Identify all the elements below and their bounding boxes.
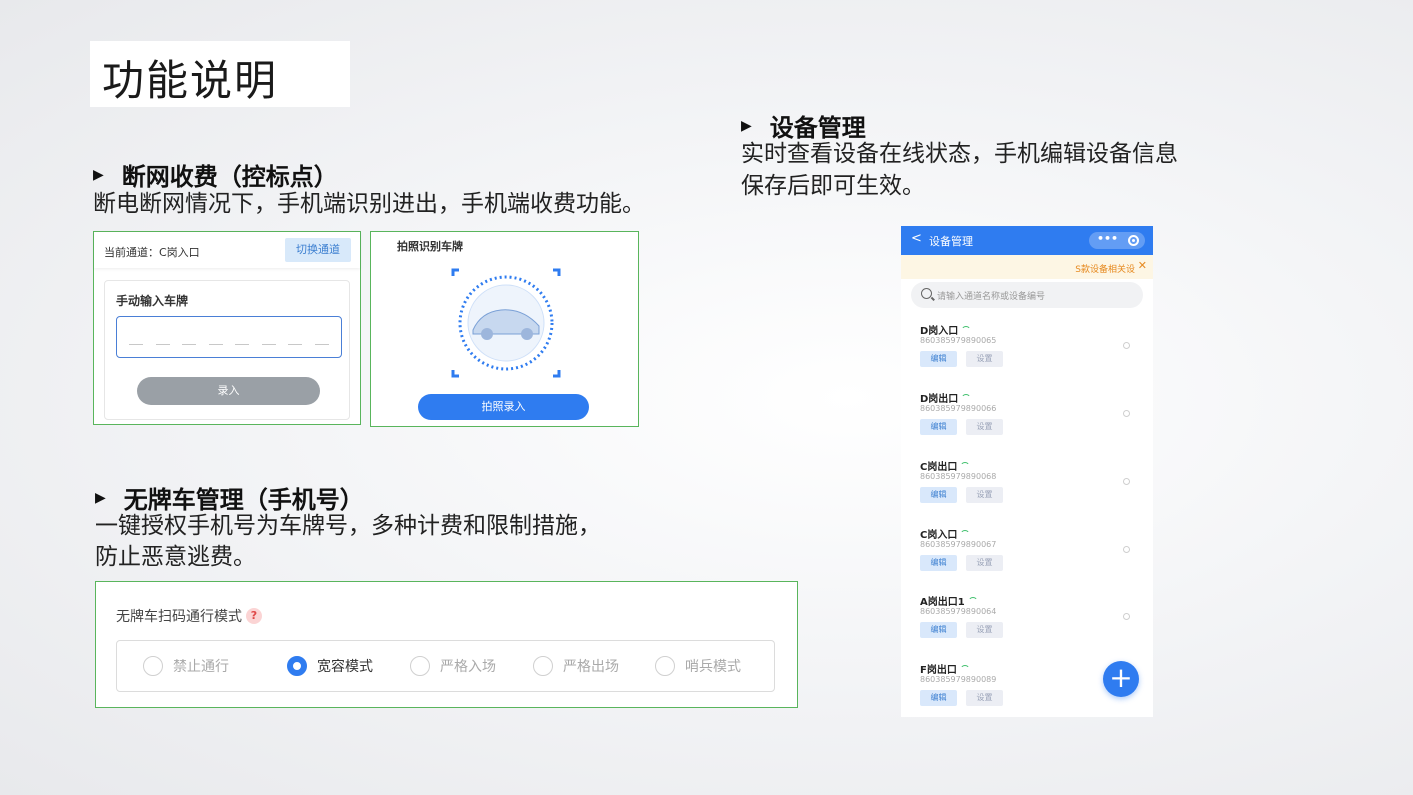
- device-mgmt-desc-1: 实时查看设备在线状态，手机编辑设备信息: [741, 141, 1178, 167]
- back-icon[interactable]: <: [911, 231, 922, 246]
- wifi-icon: [967, 596, 978, 603]
- photo-panel-title: 拍照识别车牌: [397, 240, 463, 253]
- bullet-triangle-icon: ▶: [95, 489, 106, 506]
- switch-channel-button[interactable]: 切换通道: [285, 238, 351, 262]
- channel-bar: 当前通道：C岗入口 切换通道: [94, 232, 360, 268]
- radio-label: 哨兵模式: [685, 659, 741, 675]
- edit-button[interactable]: 编辑: [920, 555, 957, 571]
- radio-label: 禁止通行: [173, 659, 229, 675]
- close-target-icon[interactable]: [1128, 235, 1139, 246]
- radio-option[interactable]: 严格入场: [410, 656, 496, 676]
- device-search-input[interactable]: 请输入通道名称或设备编号: [911, 282, 1143, 308]
- device-name: A岗出口1: [920, 593, 978, 608]
- scan-mode-panel: 无牌车扫码通行模式 ? 禁止通行 宽容模式 严格入场 严格出场 哨兵模式: [95, 581, 798, 708]
- phone-nav-bar: < 设备管理 •••: [901, 226, 1153, 255]
- page-title-box: 功能说明: [90, 41, 350, 107]
- current-channel: 当前通道：C岗入口: [104, 246, 200, 259]
- phone-title: 设备管理: [929, 235, 973, 248]
- device-name: C岗出口: [920, 458, 971, 473]
- mini-program-capsule: •••: [1089, 232, 1145, 249]
- radio-option[interactable]: 哨兵模式: [655, 656, 741, 676]
- notice-text[interactable]: S款设备相关设: [1075, 262, 1135, 275]
- select-radio-icon[interactable]: [1123, 342, 1130, 349]
- page-title: 功能说明: [102, 56, 279, 105]
- search-icon: [921, 288, 932, 299]
- radio-circle-icon: [410, 656, 430, 676]
- device-code: 860385979890065: [920, 336, 997, 345]
- more-icon[interactable]: •••: [1097, 232, 1118, 245]
- plate-input[interactable]: [116, 316, 342, 358]
- add-device-button[interactable]: +: [1103, 661, 1139, 697]
- phone-screenshot: < 设备管理 ••• S款设备相关设 ✕ 请输入通道名称或设备编号 D岗入口 8…: [901, 226, 1153, 717]
- edit-button[interactable]: 编辑: [920, 487, 957, 503]
- edit-button[interactable]: 编辑: [920, 351, 957, 367]
- mode-radio-group: 禁止通行 宽容模式 严格入场 严格出场 哨兵模式: [116, 640, 775, 692]
- settings-button[interactable]: 设置: [966, 690, 1003, 706]
- manual-plate-panel: 当前通道：C岗入口 切换通道 手动输入车牌 录入: [93, 231, 361, 425]
- device-item: D岗入口 860385979890065 编辑 设置: [901, 322, 1153, 390]
- scan-mode-label-text: 无牌车扫码通行模式: [116, 609, 242, 625]
- no-plate-desc-1: 一键授权手机号为车牌号，多种计费和限制措施，: [95, 513, 601, 539]
- device-code: 860385979890068: [920, 472, 997, 481]
- device-item: C岗出口 860385979890068 编辑 设置: [901, 458, 1153, 526]
- device-name: D岗入口: [920, 322, 972, 337]
- photo-capture-button[interactable]: 拍照录入: [418, 394, 589, 420]
- search-placeholder: 请输入通道名称或设备编号: [937, 292, 1046, 302]
- radio-label: 严格出场: [563, 659, 619, 675]
- wifi-icon: [959, 664, 970, 671]
- notice-bar: S款设备相关设 ✕: [901, 255, 1153, 279]
- settings-button[interactable]: 设置: [966, 622, 1003, 638]
- radio-checked-icon: [287, 656, 307, 676]
- device-code: 860385979890064: [920, 607, 997, 616]
- submit-plate-button[interactable]: 录入: [137, 377, 320, 405]
- bullet-triangle-icon: ▶: [93, 166, 104, 183]
- no-plate-desc-2: 防止恶意逃费。: [95, 544, 256, 570]
- wifi-icon: [961, 325, 972, 332]
- scan-mode-label: 无牌车扫码通行模式 ?: [116, 606, 262, 626]
- wifi-icon: [960, 529, 971, 536]
- device-code: 860385979890089: [920, 675, 997, 684]
- radio-circle-icon: [143, 656, 163, 676]
- photo-recognition-panel: 拍照识别车牌 拍照录入: [370, 231, 639, 427]
- bullet-triangle-icon: ▶: [741, 117, 752, 134]
- help-icon[interactable]: ?: [246, 608, 262, 624]
- radio-option[interactable]: 严格出场: [533, 656, 619, 676]
- offline-heading: ▶ 断网收费（控标点）: [93, 157, 338, 192]
- edit-button[interactable]: 编辑: [920, 622, 957, 638]
- manual-input-card: 手动输入车牌 录入: [104, 280, 350, 420]
- edit-button[interactable]: 编辑: [920, 690, 957, 706]
- edit-button[interactable]: 编辑: [920, 419, 957, 435]
- offline-desc: 断电断网情况下，手机端识别进出，手机端收费功能。: [93, 191, 645, 217]
- radio-label: 宽容模式: [317, 659, 373, 675]
- select-radio-icon[interactable]: [1123, 478, 1130, 485]
- settings-button[interactable]: 设置: [966, 487, 1003, 503]
- device-item: C岗入口 860385979890067 编辑 设置: [901, 526, 1153, 594]
- radio-option[interactable]: 禁止通行: [143, 656, 229, 676]
- wifi-icon: [960, 461, 971, 468]
- select-radio-icon[interactable]: [1123, 613, 1130, 620]
- device-name: D岗出口: [920, 390, 972, 405]
- device-code: 860385979890067: [920, 540, 997, 549]
- device-name: C岗入口: [920, 526, 971, 541]
- car-scan-icon: [451, 268, 561, 378]
- device-code: 860385979890066: [920, 404, 997, 413]
- radio-circle-icon: [533, 656, 553, 676]
- device-item: A岗出口1 860385979890064 编辑 设置: [901, 593, 1153, 661]
- radio-option-selected[interactable]: 宽容模式: [287, 656, 373, 676]
- radio-circle-icon: [655, 656, 675, 676]
- device-name: F岗出口: [920, 661, 970, 676]
- wifi-icon: [961, 393, 972, 400]
- select-radio-icon[interactable]: [1123, 410, 1130, 417]
- manual-input-title: 手动输入车牌: [116, 294, 189, 308]
- radio-label: 严格入场: [440, 659, 496, 675]
- settings-button[interactable]: 设置: [966, 555, 1003, 571]
- settings-button[interactable]: 设置: [966, 351, 1003, 367]
- device-mgmt-desc-2: 保存后即可生效。: [741, 173, 925, 199]
- notice-close-icon[interactable]: ✕: [1138, 259, 1147, 272]
- select-radio-icon[interactable]: [1123, 546, 1130, 553]
- device-item: D岗出口 860385979890066 编辑 设置: [901, 390, 1153, 458]
- offline-heading-text: 断网收费（控标点）: [121, 163, 338, 191]
- settings-button[interactable]: 设置: [966, 419, 1003, 435]
